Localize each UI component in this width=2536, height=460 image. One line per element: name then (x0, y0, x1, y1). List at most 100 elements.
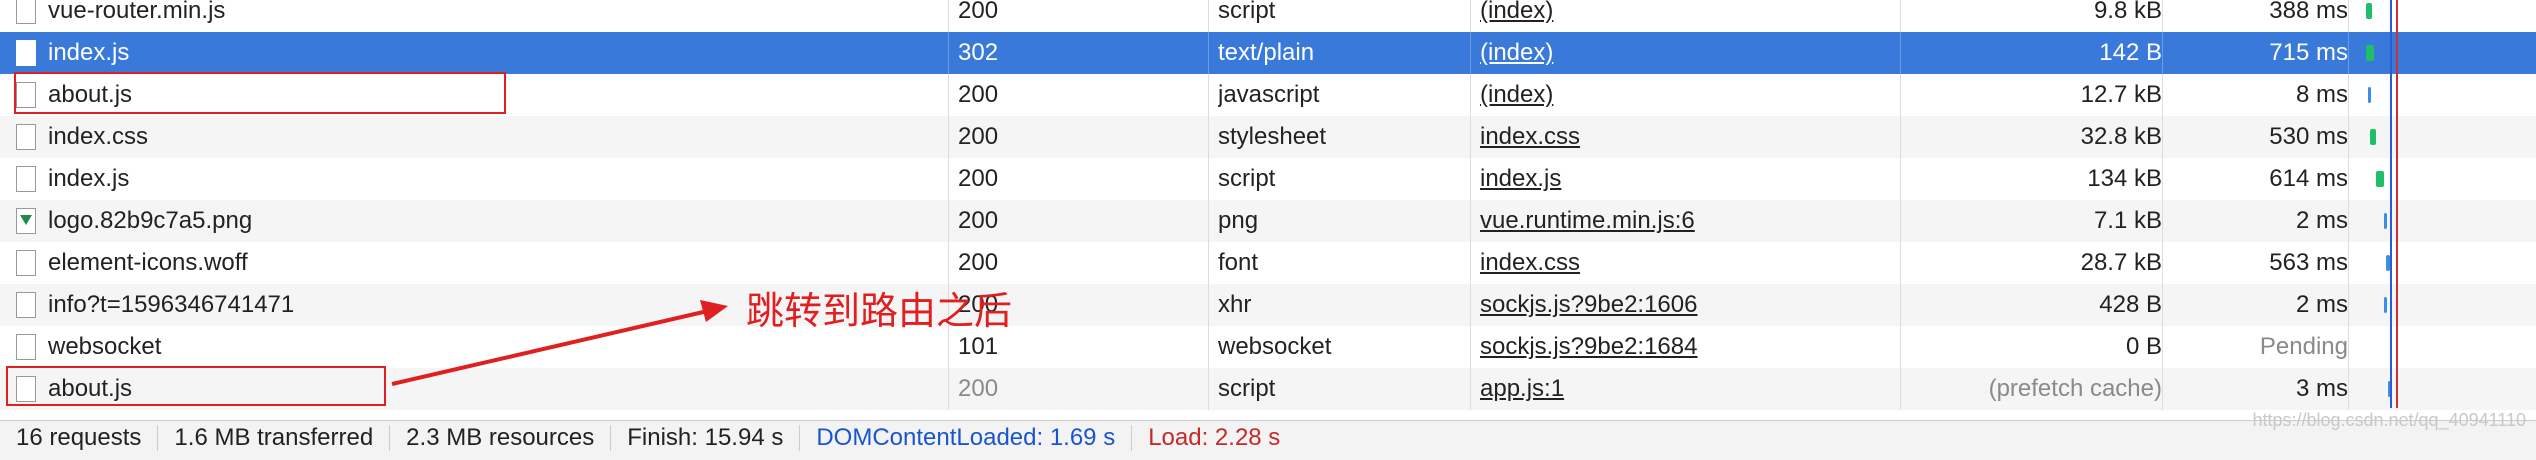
request-type: text/plain (1218, 39, 1315, 66)
request-time: 563 ms (2269, 249, 2348, 276)
request-name: index.js (48, 165, 130, 192)
column-separator (1470, 200, 1471, 242)
request-name: about.js (48, 375, 133, 402)
table-row[interactable]: about.js 200 script app.js:1 (prefetch cache… (0, 368, 2536, 410)
request-size: 7.1 kB (2093, 207, 2162, 234)
finish-time: Finish: 15.94 s (611, 425, 801, 451)
table-row[interactable]: index.css 200 stylesheet index.css 32.8 kB 53… (0, 116, 2536, 158)
request-type: websocket (1218, 333, 1332, 360)
request-size: 28.7 kB (2080, 249, 2162, 276)
request-time: Pending (2259, 333, 2348, 360)
initiator-link[interactable]: sockjs.js?9be2:1684 (1480, 333, 1697, 360)
request-name-cell[interactable]: element-icons.woff (0, 242, 948, 284)
column-separator (1208, 326, 1209, 368)
image-icon (16, 208, 36, 234)
column-separator (1900, 32, 1901, 74)
column-separator (1470, 74, 1471, 116)
initiator-link[interactable]: (index) (1480, 0, 1553, 24)
request-time: 2 ms (2295, 291, 2348, 318)
column-separator (1470, 32, 1471, 74)
request-time: 2 ms (2295, 207, 2348, 234)
waterfall-bar (2366, 3, 2372, 19)
column-separator (2162, 284, 2163, 326)
request-name-cell[interactable]: about.js (0, 368, 948, 410)
request-size: 142 B (2099, 39, 2162, 66)
waterfall-bar (2370, 129, 2376, 145)
request-name-cell[interactable]: index.js (0, 158, 948, 200)
request-name-cell[interactable]: vue-router.min.js (0, 0, 948, 32)
column-separator (2348, 32, 2349, 74)
request-status: 200 (958, 165, 999, 192)
table-row[interactable]: index.js 302 text/plain (index) 142 B 715 ms (0, 32, 2536, 74)
column-separator (1900, 0, 1901, 32)
column-separator (2348, 368, 2349, 410)
initiator-link[interactable]: index.js (1480, 165, 1561, 192)
column-separator (1900, 158, 1901, 200)
request-status: 200 (958, 123, 999, 150)
request-initiator-cell: vue.runtime.min.js:6 (1480, 200, 1900, 242)
initiator-link[interactable]: index.css (1480, 123, 1580, 150)
column-separator (2348, 200, 2349, 242)
request-count: 16 requests (0, 425, 159, 451)
request-size: 9.8 kB (2093, 0, 2162, 24)
request-time: 388 ms (2269, 0, 2348, 24)
request-time: 715 ms (2269, 39, 2348, 66)
request-status: 302 (958, 39, 999, 66)
initiator-link[interactable]: (index) (1480, 81, 1553, 108)
waterfall-bar (2376, 171, 2384, 187)
initiator-link[interactable]: index.css (1480, 249, 1580, 276)
request-initiator-cell: app.js:1 (1480, 368, 1900, 410)
file-icon (16, 292, 36, 318)
column-separator (1470, 368, 1471, 410)
table-row[interactable]: websocket 101 websocket sockjs.js?9be2:1684… (0, 326, 2536, 368)
table-row[interactable]: logo.82b9c7a5.png 200 png vue.runtime.min.j… (0, 200, 2536, 242)
file-icon (16, 376, 36, 402)
column-separator (2348, 284, 2349, 326)
load-event-marker (2396, 0, 2398, 408)
initiator-link[interactable]: vue.runtime.min.js:6 (1480, 207, 1695, 234)
table-row[interactable]: vue-router.min.js 200 script (index) 9.8 kB 3… (0, 0, 2536, 32)
table-row[interactable]: about.js 200 javascript (index) 12.7 kB 8 ms (0, 74, 2536, 116)
column-separator (2162, 326, 2163, 368)
request-name-cell[interactable]: about.js (0, 74, 948, 116)
table-row[interactable]: index.js 200 script index.js 134 kB 614 ms (0, 158, 2536, 200)
request-name-cell[interactable]: index.js (0, 32, 948, 74)
column-separator (2348, 116, 2349, 158)
request-status: 200 (958, 375, 999, 402)
table-row[interactable]: info?t=1596346741471 200 xhr sockjs.js?9be2… (0, 284, 2536, 326)
file-icon (16, 0, 36, 24)
file-icon (16, 40, 36, 66)
column-separator (1900, 200, 1901, 242)
request-initiator-cell: index.css (1480, 116, 1900, 158)
column-separator (1470, 116, 1471, 158)
request-status: 200 (958, 81, 999, 108)
table-row[interactable]: element-icons.woff 200 font index.css 28.7 k… (0, 242, 2536, 284)
request-time: 614 ms (2269, 165, 2348, 192)
request-initiator-cell: (index) (1480, 74, 1900, 116)
column-separator (1208, 200, 1209, 242)
column-separator (1900, 368, 1901, 410)
request-type: stylesheet (1218, 123, 1327, 150)
request-name: index.js (48, 39, 130, 66)
request-status: 200 (958, 249, 999, 276)
request-name: logo.82b9c7a5.png (48, 207, 253, 234)
column-separator (2162, 32, 2163, 74)
file-icon (16, 124, 36, 150)
column-separator (1900, 326, 1901, 368)
request-type: font (1218, 249, 1259, 276)
waterfall-bar (2384, 213, 2387, 229)
column-separator (2162, 242, 2163, 284)
initiator-link[interactable]: sockjs.js?9be2:1606 (1480, 291, 1697, 318)
column-separator (1208, 74, 1209, 116)
column-separator (1470, 242, 1471, 284)
dom-content-loaded-marker (2390, 0, 2392, 408)
request-name: index.css (48, 123, 149, 150)
annotation-label: 跳转到路由之后 (746, 289, 1013, 333)
column-separator (1208, 284, 1209, 326)
request-name-cell[interactable]: index.css (0, 116, 948, 158)
initiator-link[interactable]: app.js:1 (1480, 375, 1564, 402)
request-name-cell[interactable]: logo.82b9c7a5.png (0, 200, 948, 242)
waterfall-bar (2368, 87, 2371, 103)
file-icon (16, 334, 36, 360)
initiator-link[interactable]: (index) (1480, 39, 1553, 66)
